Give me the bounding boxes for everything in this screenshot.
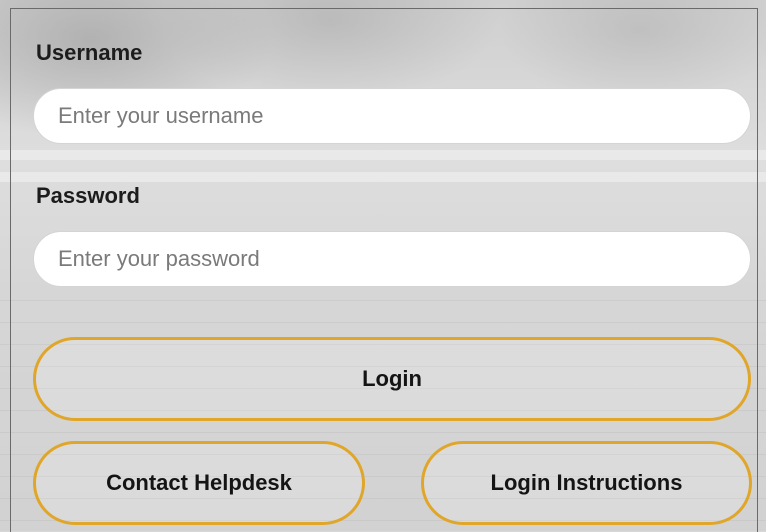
password-input[interactable] [33,231,751,287]
login-instructions-button[interactable]: Login Instructions [421,441,752,525]
username-input[interactable] [33,88,751,144]
login-instructions-label: Login Instructions [490,470,683,495]
contact-helpdesk-label: Contact Helpdesk [106,470,292,495]
password-label: Password [36,183,140,208]
login-button[interactable]: Login [33,337,751,421]
username-label: Username [36,40,143,65]
login-button-label: Login [362,366,422,391]
contact-helpdesk-button[interactable]: Contact Helpdesk [33,441,365,525]
